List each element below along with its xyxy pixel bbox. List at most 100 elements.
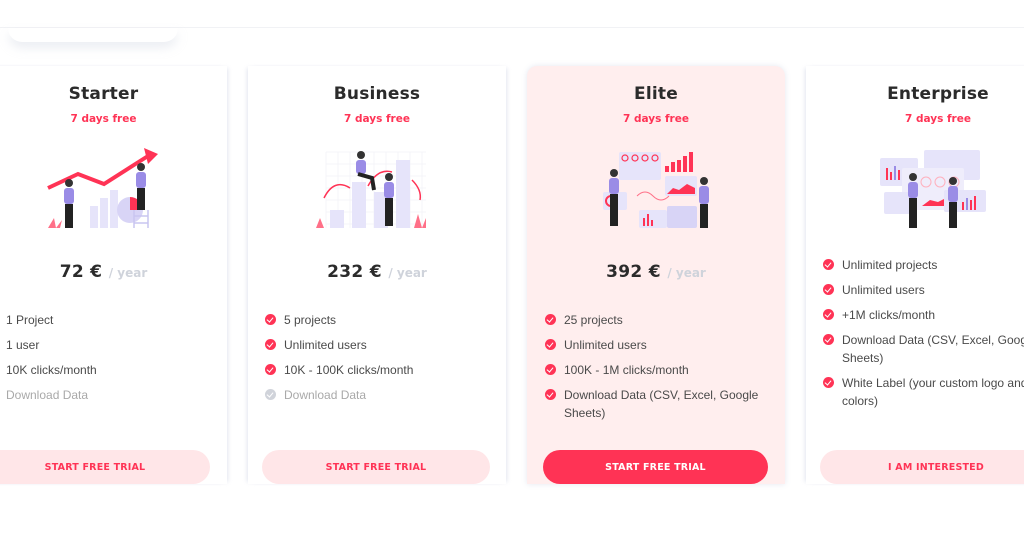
feature-item: 25 projects [545,311,775,329]
illus-bar [689,152,693,172]
illus-bar [352,182,366,228]
price-period: / year [388,266,427,280]
illus-person-head [610,169,618,177]
illus-person-head [137,163,145,171]
feature-item: White Label (your custom logo and brand … [823,374,1024,410]
illus-person-head [949,177,957,185]
illus-person-body [356,160,366,174]
feature-item-excluded: Download Data [265,386,495,404]
check-circle-icon [823,309,834,320]
illus-person-legs [65,204,73,228]
feature-item: Unlimited users [265,336,495,354]
start-free-trial-button[interactable]: START FREE TRIAL [0,450,210,484]
price-period: / year [108,266,148,280]
check-circle-disabled-icon [265,389,276,400]
illus-person-legs [385,198,393,226]
feature-item: +1M clicks/month [823,306,1024,324]
plan-price: 232 € / year [248,262,506,282]
check-circle-icon [545,314,556,325]
check-circle-icon [823,334,834,345]
feature-item: Download Data (CSV, Excel, Google Sheets… [823,331,1024,367]
feature-item: Unlimited users [823,281,1024,299]
price-amount: 232 € [327,262,382,282]
plan-trial-label: 7 days free [623,113,689,125]
illus-bar [90,206,98,228]
illus-bar [683,156,687,172]
price-period: / year [667,266,706,280]
plan-card-enterprise: Enterprise 7 days free Unlimited project… [806,66,1024,484]
enterprise-dashboard-illustration [880,150,986,228]
check-circle-icon [823,377,834,388]
illus-person-body [948,186,958,202]
illus-person-body [908,182,918,198]
illus-arrow-head [144,148,158,164]
feature-list: 5 projects Unlimited users 10K - 100K cl… [265,311,495,411]
plan-name: Elite [634,84,678,104]
check-circle-icon [265,339,276,350]
illus-arc [323,183,351,199]
plan-trial-label: 7 days free [70,113,137,125]
feature-list: 25 projects Unlimited users 100K - 1M cl… [545,311,775,429]
dashboard-analytics-illustration [603,152,709,228]
illus-person-head [65,179,73,187]
illus-wave [636,191,670,201]
illus-person-legs [137,188,145,210]
check-circle-icon [265,314,276,325]
illus-plant [48,218,62,228]
illus-bar [671,162,675,172]
feature-item: 100K - 1M clicks/month [545,361,775,379]
feature-list: 1 Project 1 user 10K clicks/month Downlo… [6,311,97,411]
header-dropdown-shadow [8,28,178,42]
feature-item: Unlimited users [545,336,775,354]
feature-item: 5 projects [265,311,495,329]
price-amount: 72 € [59,262,103,282]
illus-trend-line [47,154,150,190]
illus-person-head [909,173,917,181]
illus-person-body [609,178,619,194]
illus-person-legs [700,204,708,228]
check-circle-icon [265,364,276,375]
start-free-trial-button[interactable]: START FREE TRIAL [262,450,490,484]
illus-plant [316,218,324,228]
plan-card-starter: Starter 7 days free 72 € / year 1 Projec… [0,66,227,484]
feature-item: 1 Project [6,313,54,327]
illus-bar [665,166,669,172]
illus-person-legs [610,194,618,226]
check-circle-icon [823,259,834,270]
illus-bar [330,210,344,228]
top-header-bar [0,0,1024,28]
plan-card-business: Business 7 days free 232 € / year 5 proj… [248,66,506,484]
illus-person-head [385,173,393,181]
plan-price: 392 € / year [527,262,785,282]
feature-item: 1 user [6,338,40,352]
illus-panel [667,206,697,228]
plan-trial-label: 7 days free [344,113,410,125]
start-free-trial-button[interactable]: START FREE TRIAL [543,450,768,484]
illus-person-body [136,172,146,188]
feature-item: Download Data (CSV, Excel, Google Sheets… [545,386,775,422]
illus-person-head [357,151,365,159]
illus-person-legs [949,202,957,228]
illus-person-body [384,182,394,198]
price-amount: 392 € [606,262,661,282]
illus-person-legs [909,198,917,228]
illus-person-body [699,186,709,204]
feature-item: Unlimited projects [823,256,1024,274]
plan-card-elite: Elite 7 days free 392 € / year 25 projec… [527,66,785,484]
i-am-interested-button[interactable]: I AM INTERESTED [820,450,1024,484]
illus-bar [100,198,108,228]
feature-list: Unlimited projects Unlimited users +1M c… [823,256,1024,417]
plan-name: Business [333,84,421,104]
illus-person-head [700,177,708,185]
check-circle-icon [545,339,556,350]
illus-person-body [64,188,74,204]
illus-arc [411,179,422,201]
check-circle-icon [545,389,556,400]
plan-name: Enterprise [887,84,989,104]
illus-panel [884,192,910,214]
feature-item-excluded: Download Data [6,388,89,402]
plan-price: 72 € / year [0,262,227,282]
check-circle-icon [823,284,834,295]
feature-item: 10K clicks/month [6,363,97,377]
plan-name: Starter [68,84,139,104]
